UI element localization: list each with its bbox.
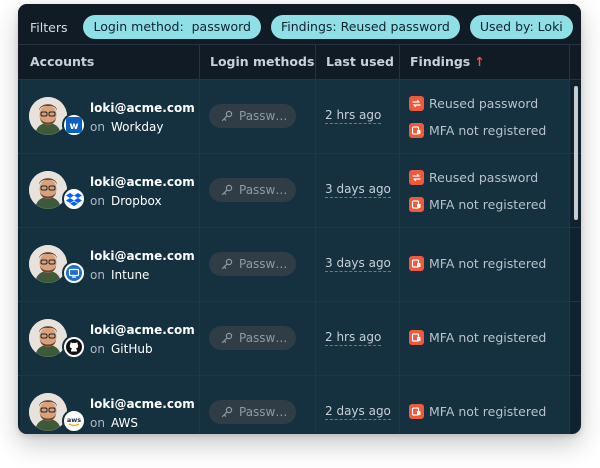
sort-arrow-up-icon: ↑ (474, 54, 485, 69)
filter-chip-used-by[interactable]: Used by: Loki (469, 15, 573, 39)
avatar (29, 393, 67, 431)
avatar (29, 319, 67, 357)
avatar (29, 97, 67, 135)
column-header-last-used[interactable]: Last used (315, 45, 399, 79)
table-row[interactable]: w loki@acme.com on Workday Passw… 2 hrs ago Re… (18, 80, 581, 154)
filter-chip-login-method[interactable]: Login method: password (83, 15, 261, 39)
reused-password-icon (409, 170, 424, 185)
github-icon (62, 335, 86, 359)
key-icon (221, 258, 233, 270)
account-email: loki@acme.com (90, 101, 195, 115)
workday-icon: w (62, 113, 86, 137)
key-icon (221, 332, 233, 344)
on-label: on (90, 416, 105, 430)
login-method-pill[interactable]: Passw… (209, 326, 296, 350)
filter-chip-findings[interactable]: Findings: Reused password (270, 15, 460, 39)
table-body: w loki@acme.com on Workday Passw… 2 hrs ago Re… (18, 80, 581, 434)
mfa-not-registered-icon (409, 256, 424, 271)
on-label: on (90, 194, 105, 208)
column-header-findings[interactable]: Findings ↑ (399, 45, 569, 79)
finding[interactable]: Reused password (409, 170, 538, 185)
column-header-spacer (569, 45, 581, 79)
app-name: GitHub (111, 342, 153, 356)
finding[interactable]: Reused password (409, 96, 538, 111)
aws-icon: aws (62, 409, 86, 433)
account-email: loki@acme.com (90, 397, 195, 411)
last-used[interactable]: 2 hrs ago (325, 330, 382, 346)
finding[interactable]: MFA not registered (409, 404, 546, 419)
filters-label: Filters (30, 19, 68, 35)
avatar (29, 245, 67, 283)
account-email: loki@acme.com (90, 249, 195, 263)
login-method-pill[interactable]: Passw… (209, 252, 296, 276)
table-row[interactable]: loki@acme.com on GitHub Passw… 2 hrs ago MFA … (18, 302, 581, 376)
login-method-label: Passw… (239, 257, 288, 271)
last-used[interactable]: 3 days ago (325, 182, 391, 198)
app-name: Workday (111, 120, 164, 134)
on-label: on (90, 120, 105, 134)
app-name: AWS (111, 416, 139, 430)
finding[interactable]: MFA not registered (409, 197, 546, 212)
accounts-card: Filters Login method: password Findings:… (18, 4, 581, 434)
svg-text:w: w (69, 121, 78, 132)
finding-label: Reused password (429, 170, 539, 185)
app-name: Dropbox (111, 194, 162, 208)
column-header-login-methods[interactable]: Login methods (199, 45, 315, 79)
finding-label: MFA not registered (429, 256, 547, 271)
finding[interactable]: MFA not registered (409, 330, 546, 345)
finding[interactable]: MFA not registered (409, 256, 546, 271)
login-method-label: Passw… (239, 183, 288, 197)
intune-icon (62, 261, 86, 285)
scrollbar-thumb[interactable] (574, 86, 578, 220)
last-used[interactable]: 2 days ago (325, 404, 391, 420)
table-cell (399, 154, 569, 227)
table-header: Accounts Login methods Last used Finding… (18, 44, 581, 80)
table-cell (399, 80, 569, 153)
avatar (29, 171, 67, 209)
login-method-pill[interactable]: Passw… (209, 400, 296, 424)
finding-label: MFA not registered (429, 123, 547, 138)
key-icon (221, 184, 233, 196)
key-icon (221, 110, 233, 122)
key-icon (221, 406, 233, 418)
login-method-pill[interactable]: Passw… (209, 178, 296, 202)
on-label: on (90, 268, 105, 282)
finding-label: MFA not registered (429, 330, 547, 345)
last-used[interactable]: 2 hrs ago (325, 108, 382, 124)
on-label: on (90, 342, 105, 356)
table-row[interactable]: aws loki@acme.com on AWS Passw… 2 days ago MFA… (18, 376, 581, 434)
account-email: loki@acme.com (90, 175, 195, 189)
table-row[interactable]: loki@acme.com on Dropbox Passw… 3 days ago Re… (18, 154, 581, 228)
mfa-not-registered-icon (409, 404, 424, 419)
reused-password-icon (409, 96, 424, 111)
account-email: loki@acme.com (90, 323, 195, 337)
column-header-accounts[interactable]: Accounts (20, 45, 200, 79)
finding[interactable]: MFA not registered (409, 123, 546, 138)
finding-label: Reused password (429, 96, 539, 111)
dropbox-icon (62, 187, 86, 211)
table-row[interactable]: loki@acme.com on Intune Passw… 3 days ago MFA… (18, 228, 581, 302)
login-method-label: Passw… (239, 405, 288, 419)
mfa-not-registered-icon (409, 123, 424, 138)
svg-text:aws: aws (67, 416, 81, 424)
login-method-label: Passw… (239, 109, 288, 123)
scrollbar-track[interactable] (569, 80, 581, 434)
finding-label: MFA not registered (429, 197, 547, 212)
app-name: Intune (111, 268, 150, 282)
login-method-label: Passw… (239, 331, 288, 345)
mfa-not-registered-icon (409, 197, 424, 212)
last-used[interactable]: 3 days ago (325, 256, 391, 272)
mfa-not-registered-icon (409, 330, 424, 345)
login-method-pill[interactable]: Passw… (209, 104, 296, 128)
finding-label: MFA not registered (429, 404, 547, 419)
